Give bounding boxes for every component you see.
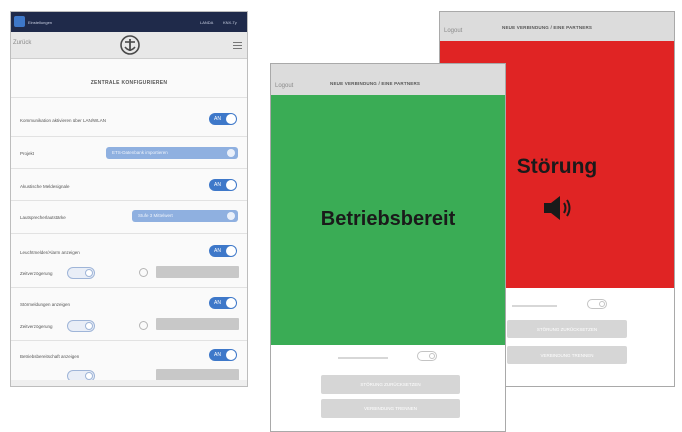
setting-toggle[interactable]: AN bbox=[209, 113, 237, 125]
ready-status-area: Betriebsbereit bbox=[271, 95, 505, 345]
setting-toggle[interactable]: AN bbox=[209, 349, 237, 361]
chevron-down-icon bbox=[227, 212, 235, 220]
page-title: ZENTRALE KONFIGURIEREN bbox=[90, 80, 168, 86]
ready-screen: Logout NEUE VERBINDUNG / EINE PARTNERS B… bbox=[270, 63, 506, 432]
ready-status-text: Betriebsbereit bbox=[320, 208, 456, 230]
fault-screen-title: NEUE VERBINDUNG / EINE PARTNERS bbox=[502, 25, 593, 30]
setting-label: Lautsprecherlautstärke bbox=[20, 215, 66, 220]
setting-label: Projekt bbox=[20, 151, 35, 156]
logout-button[interactable]: Logout bbox=[275, 83, 293, 89]
slider-track bbox=[512, 305, 557, 307]
reset-fault-button[interactable]: STÖRUNG ZURÜCKSETZEN bbox=[321, 375, 460, 394]
setting-toggle[interactable]: AN bbox=[209, 297, 237, 309]
slider-toggle[interactable] bbox=[587, 299, 607, 309]
toggle-value: AN bbox=[214, 352, 221, 358]
chevron-down-icon bbox=[227, 149, 235, 157]
toggle-value: AN bbox=[214, 248, 221, 254]
sub-setting-label: Zeitverzögerung bbox=[20, 324, 53, 329]
divider bbox=[11, 200, 247, 201]
toggle-value: AN bbox=[214, 182, 221, 188]
setting-label: Betriebsbereitschaft anzeigen bbox=[20, 354, 80, 359]
disconnect-button[interactable]: VERBINDUNG TRENNEN bbox=[507, 346, 627, 364]
speaker-sound-icon bbox=[540, 192, 580, 224]
button-label: STÖRUNG ZURÜCKSETZEN bbox=[360, 382, 421, 387]
divider bbox=[11, 233, 247, 234]
divider bbox=[11, 97, 247, 98]
status-bar-info-1: LANDA bbox=[200, 20, 214, 25]
status-bar-title: Einstellungen bbox=[28, 20, 53, 25]
setting-toggle[interactable]: AN bbox=[209, 245, 237, 257]
back-label: Zurück bbox=[13, 40, 32, 46]
setting-toggle[interactable]: AN bbox=[209, 179, 237, 191]
project-select[interactable]: ETS-Datenbank importieren bbox=[106, 147, 238, 159]
status-bar: Einstellungen LANDA KNX-Ty bbox=[11, 12, 247, 32]
button-label: STÖRUNG ZURÜCKSETZEN bbox=[536, 327, 598, 332]
ready-screen-title: NEUE VERBINDUNG / EINE PARTNERS bbox=[330, 81, 421, 86]
settings-tablet-screen: Einstellungen LANDA KNX-Ty Zurück ZENTRA… bbox=[10, 11, 248, 387]
back-button[interactable]: Zurück bbox=[13, 40, 31, 46]
info-icon bbox=[139, 268, 148, 277]
bottom-nav-bar bbox=[11, 380, 247, 386]
menu-icon[interactable] bbox=[233, 42, 242, 49]
ready-screen-header: Logout NEUE VERBINDUNG / EINE PARTNERS bbox=[271, 64, 505, 96]
button-label: VERBINDUNG TRENNEN bbox=[540, 353, 594, 358]
disconnect-button[interactable]: VERBINDUNG TRENNEN bbox=[321, 399, 460, 418]
toggle-value: AN bbox=[214, 300, 221, 306]
info-icon bbox=[139, 321, 148, 330]
app-icon bbox=[14, 16, 25, 27]
setting-label: Leuchtmelder/Alarm anzeigen bbox=[20, 250, 80, 255]
volume-select[interactable]: Stufe 3 Mittelwert bbox=[132, 210, 238, 222]
logout-button[interactable]: Logout bbox=[444, 28, 462, 34]
select-value: Stufe 3 Mittelwert bbox=[138, 213, 173, 218]
setting-label: Kommunikation aktivieren über LAN/WLAN bbox=[20, 118, 107, 123]
value-input[interactable] bbox=[156, 318, 239, 330]
fault-screen-header: Logout NEUE VERBINDUNG / EINE PARTNERS bbox=[440, 12, 674, 42]
divider bbox=[11, 136, 247, 137]
toggle-value: AN bbox=[214, 116, 221, 122]
divider bbox=[11, 340, 247, 341]
button-label: VERBINDUNG TRENNEN bbox=[364, 406, 417, 411]
sub-setting-toggle[interactable] bbox=[67, 267, 95, 279]
sub-setting-label: Zeitverzögerung bbox=[20, 271, 53, 276]
anchor-logo-icon bbox=[119, 34, 141, 56]
setting-label: Störmeldungen anzeigen bbox=[20, 302, 71, 307]
select-value: ETS-Datenbank importieren bbox=[112, 150, 168, 155]
slider-toggle[interactable] bbox=[417, 351, 437, 361]
setting-label: Akustische Meldesignale bbox=[20, 184, 70, 189]
reset-fault-button[interactable]: STÖRUNG ZURÜCKSETZEN bbox=[507, 320, 627, 338]
sub-setting-toggle[interactable] bbox=[67, 320, 95, 332]
divider bbox=[11, 287, 247, 288]
slider-track bbox=[338, 357, 388, 359]
divider bbox=[11, 168, 247, 169]
value-input[interactable] bbox=[156, 266, 239, 278]
status-bar-info-2: KNX-Ty bbox=[223, 20, 237, 25]
app-header: Zurück bbox=[11, 32, 247, 59]
